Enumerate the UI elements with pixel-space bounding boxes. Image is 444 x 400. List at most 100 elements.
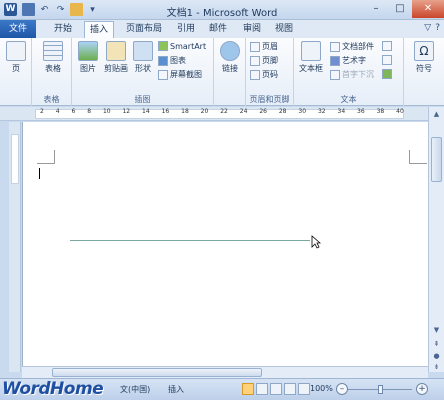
symbol-label: 符号 [416,64,432,73]
page-number-icon [250,69,260,80]
ruler-tick-label: 26 [259,108,267,115]
table-button[interactable]: 表格 [40,41,66,74]
ruler-tick-label: 4 [55,108,60,115]
clipart-label: 剪贴画 [104,64,128,73]
chart-label: 图表 [170,56,186,65]
help-icon[interactable]: ? [435,23,440,33]
horizontal-scrollbar[interactable] [22,366,428,378]
links-button[interactable]: 链接 [218,41,242,74]
tab-insert[interactable]: 插入 [84,21,114,38]
shapes-button[interactable]: 形状 [132,41,154,74]
header-button[interactable]: 页眉 [250,41,278,52]
next-page-icon[interactable]: ⇟ [431,362,442,373]
page-number-label: 页码 [262,70,278,79]
select-browse-object-icon[interactable]: ● [431,351,442,362]
screenshot-button[interactable]: 屏幕截图 [158,69,202,80]
tab-mailings[interactable]: 邮件 [204,21,232,38]
tab-review[interactable]: 审阅 [238,21,266,38]
ruler-numbers: 2 4 6 8 10 12 14 16 18 20 22 24 26 28 30 32 34 36 38 40 [40,108,404,115]
object-button[interactable] [382,69,392,79]
chart-icon [158,55,168,66]
textbox-button[interactable]: 文本框 [296,41,326,74]
outline-view-icon[interactable] [284,383,296,395]
minimize-button[interactable]: – [364,0,388,18]
quickparts-button[interactable]: 文档部件 [330,41,374,52]
collapse-ribbon-icon[interactable]: ▽ [424,23,431,33]
footer-icon [250,55,260,66]
vertical-scroll-thumb[interactable] [431,137,442,182]
group-header-footer: 页眉 页脚 页码 页眉和页脚 [246,38,294,106]
picture-button[interactable]: 图片 [76,41,100,74]
table-label: 表格 [45,64,61,73]
web-layout-view-icon[interactable] [270,383,282,395]
shapes-icon [133,41,153,61]
footer-label: 页脚 [262,56,278,65]
language-status[interactable]: 文(中国) [120,384,150,395]
zoom-out-button[interactable]: – [336,383,348,395]
maximize-button[interactable]: □ [388,0,412,18]
close-button[interactable]: ✕ [412,0,444,18]
ruler-tick-label: 2 [40,108,44,115]
tab-references[interactable]: 引用 [172,21,200,38]
ruler-tick-label: 32 [317,108,326,115]
print-layout-view-icon[interactable] [242,383,254,395]
header-icon [250,41,260,52]
insert-mode-status[interactable]: 插入 [168,384,184,395]
wordart-button[interactable]: 艺术字 [330,55,366,66]
group-label-tables: 表格 [43,95,60,104]
group-symbols: Ω 符号 [404,38,444,106]
view-buttons [242,383,310,395]
smartart-icon [158,41,168,51]
group-label-text: 文本 [340,95,357,104]
prev-page-icon[interactable]: ⇞ [431,339,442,350]
page-number-button[interactable]: 页码 [250,69,278,80]
screenshot-icon [158,69,168,80]
ribbon-tabs: 文件 开始 插入 页面布局 引用 邮件 审阅 视图 ▽ ? [0,20,444,38]
object-icon [382,69,392,79]
vertical-ruler[interactable] [9,122,21,372]
zoom-in-button[interactable]: + [416,383,428,395]
group-label-illustrations: 插图 [134,95,151,104]
ruler-tick-label: 16 [161,108,170,115]
signature-line-button[interactable] [382,41,392,51]
dropcap-button[interactable]: 首字下沉 [330,69,374,80]
tab-file[interactable]: 文件 [0,20,36,38]
vertical-scrollbar[interactable]: ▲ ▼ ⇞ ● ⇟ [428,107,444,372]
footer-button[interactable]: 页脚 [250,55,278,66]
textbox-label: 文本框 [299,64,323,73]
mouse-pointer-icon [311,235,321,249]
tab-layout[interactable]: 页面布局 [118,21,170,38]
clipart-button[interactable]: 剪贴画 [102,41,130,74]
zoom-level[interactable]: 100% [310,384,333,393]
symbol-button[interactable]: Ω 符号 [410,41,438,74]
ruler-tick-label: 24 [239,108,248,115]
smartart-button[interactable]: SmartArt [158,41,206,51]
ruler-tick-label: 22 [220,108,228,115]
scroll-down-icon[interactable]: ▼ [431,325,442,336]
quickparts-label: 文档部件 [342,42,374,51]
draft-view-icon[interactable] [298,383,310,395]
ruler-tick-label: 6 [71,108,76,115]
ruler-tick-label: 18 [181,108,189,115]
text-caret [39,168,40,179]
title-bar: W ↶ ↷ ▾ 文档1 - Microsoft Word – □ ✕ [0,0,444,20]
ruler-tick-label: 36 [357,108,365,115]
margin-corner-top-right [409,150,427,164]
wordhome-watermark: WordHome [2,379,104,399]
ruler-tick-label: 28 [278,108,287,115]
scroll-up-icon[interactable]: ▲ [431,109,442,120]
horizontal-scroll-thumb[interactable] [52,368,262,377]
date-time-button[interactable] [382,55,392,65]
horizontal-ruler[interactable]: 2 4 6 8 10 12 14 16 18 20 22 24 26 28 30 32 34 36 38 40 [0,107,444,121]
ruler-tick-label: 30 [298,108,307,115]
chart-button[interactable]: 图表 [158,55,186,66]
omega-icon: Ω [414,41,434,61]
drawn-line-shape[interactable] [70,240,310,241]
zoom-slider-thumb[interactable] [378,385,383,394]
tab-home[interactable]: 开始 [46,21,80,38]
document-page[interactable] [22,122,428,372]
full-screen-reading-view-icon[interactable] [256,383,268,395]
page-button[interactable]: 页 [5,41,27,74]
quickparts-icon [330,41,340,52]
tab-view[interactable]: 视图 [270,21,298,38]
